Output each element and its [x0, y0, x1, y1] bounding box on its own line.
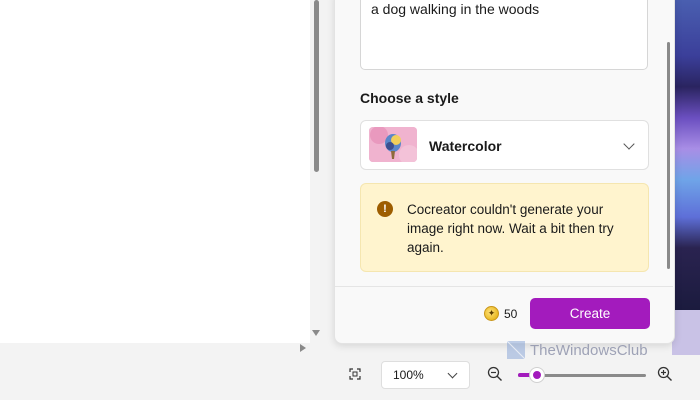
canvas-area[interactable] [0, 0, 310, 343]
watercolor-style-thumbnail [369, 127, 417, 162]
watermark: TheWindowsClub [506, 340, 648, 360]
scroll-down-arrow-icon[interactable] [312, 330, 320, 336]
zoom-out-icon[interactable] [487, 366, 503, 382]
create-button[interactable]: Create [530, 298, 650, 329]
scroll-right-arrow-icon[interactable] [300, 344, 306, 352]
footer-divider [335, 286, 673, 287]
canvas-horizontal-scrollbar[interactable] [0, 343, 324, 355]
zoom-in-icon[interactable] [657, 366, 673, 382]
prompt-text[interactable]: a dog walking in the woods [371, 1, 539, 17]
credits-count: 50 [504, 307, 518, 321]
zoom-value: 100% [393, 368, 424, 382]
style-heading: Choose a style [360, 90, 459, 106]
desktop-wallpaper [672, 0, 700, 310]
desktop-wallpaper-band [672, 310, 700, 360]
warning-text: Cocreator couldn't generate your image r… [407, 202, 614, 255]
panel-scrollbar[interactable] [667, 42, 670, 269]
watermark-logo-icon [506, 340, 526, 360]
warning-icon: ! [377, 201, 393, 217]
style-selected-label: Watercolor [429, 138, 502, 154]
credits-icon: ✦ [484, 306, 499, 321]
watermark-text: TheWindowsClub [530, 341, 648, 359]
fit-to-window-icon[interactable] [349, 368, 361, 380]
canvas-vertical-scroll-thumb[interactable] [314, 0, 319, 172]
